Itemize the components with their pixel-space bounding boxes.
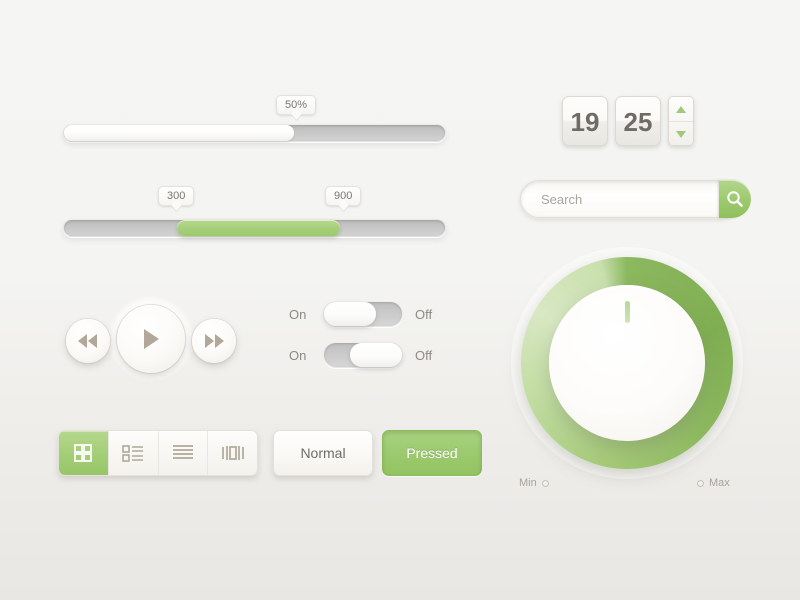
fast-forward-icon [205,334,224,348]
toggle-switch-2[interactable] [323,342,403,368]
search-icon [727,191,743,207]
range-slider-tooltip-low: 300 [158,186,195,206]
stepper-hours-field[interactable]: 19 [562,96,608,146]
grid-view-icon [74,444,93,462]
knob-indicator [625,301,630,323]
rewind-icon [78,334,97,348]
segment-coverflow-view[interactable] [208,431,257,475]
knob-max-label-group: Max [697,477,730,489]
segment-grid-view[interactable] [59,431,109,475]
search-button[interactable] [719,180,751,218]
coverflow-view-icon [221,446,244,460]
toggle-2-on-label: On [289,347,307,363]
toggle-row-1: On Off [289,301,441,327]
view-mode-segmented-control[interactable] [58,430,258,476]
toggle-row-2: On Off [289,342,441,368]
segment-lines-view[interactable] [159,431,209,475]
stepper-increment-button[interactable] [669,97,693,122]
toggle-1-off-label: Off [415,306,433,322]
list-view-icon [122,445,144,462]
knob-min-marker-icon [541,479,549,487]
lines-view-icon [172,445,193,459]
range-slider-tooltip-high: 900 [325,186,362,206]
stepper-decrement-button[interactable] [669,122,693,146]
toggle-2-off-label: Off [415,347,433,363]
rewind-button[interactable] [66,319,110,363]
progress-slider-tooltip: 50% [276,95,317,115]
fast-forward-button[interactable] [192,319,236,363]
range-slider[interactable] [63,219,446,237]
knob-max-label: Max [709,477,730,489]
triangle-up-icon [676,105,686,113]
range-slider-fill [177,220,340,236]
rotary-knob[interactable] [521,257,733,469]
play-button[interactable] [108,296,194,382]
segment-list-view[interactable] [109,431,159,475]
progress-slider[interactable] [63,124,446,142]
ui-kit-canvas: 50% 300 900 19 25 Search On Off On Off N… [0,0,800,600]
pressed-button[interactable]: Pressed [382,430,482,476]
toggle-switch-1[interactable] [323,301,403,327]
knob-min-label-group: Min [519,477,549,489]
search-bar[interactable] [520,180,751,218]
play-icon [144,329,159,349]
knob-min-label: Min [519,477,537,489]
triangle-down-icon [676,130,686,138]
progress-slider-fill [64,125,294,141]
normal-button[interactable]: Normal [273,430,373,476]
toggle-1-knob[interactable] [324,302,376,326]
stepper-minutes-field[interactable]: 25 [615,96,661,146]
search-input[interactable] [521,190,719,208]
toggle-2-knob[interactable] [350,343,402,367]
toggle-1-on-label: On [289,306,307,322]
stepper-arrows[interactable] [668,96,694,146]
knob-max-marker-icon [697,479,704,487]
